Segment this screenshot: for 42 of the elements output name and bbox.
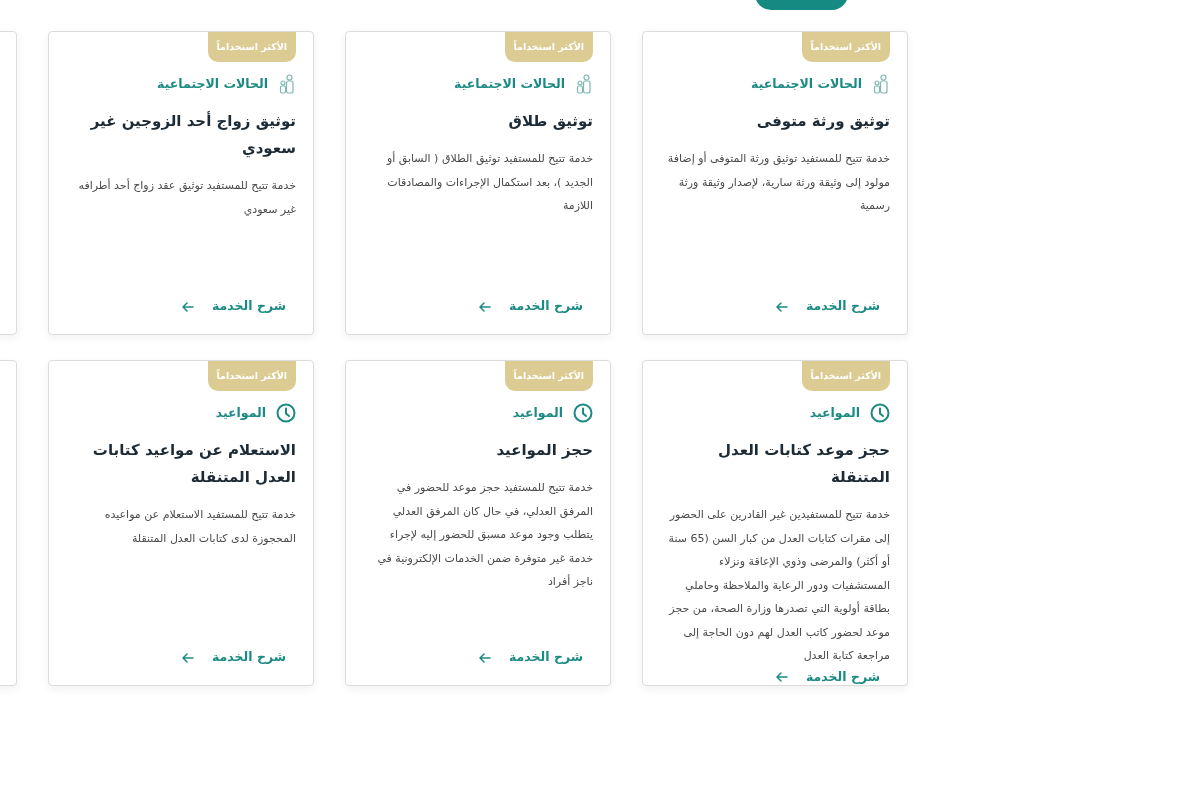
service-title: توثيق ورثة متوفى: [755, 111, 890, 132]
service-description: خدمة تتيح للمستفيد توثيق الطلاق ( السابق أو الجديد )، بعد استكمال الإجراءات والمصادقات اللازمة: [385, 150, 593, 214]
most-used-badge: الأكثر استخداماً: [207, 361, 296, 391]
category-label: المواعيد: [215, 403, 266, 422]
clock-icon: [870, 403, 890, 423]
most-used-badge: الأكثر استخداماً: [504, 361, 593, 391]
most-used-badge: الأكثر استخداماً: [801, 361, 890, 391]
service-description: خدمة تتيح للمستفيد توثيق ورثة المتوفى أو إضافة مولود إلى وثيقة ورثة سارية، لإصدار وثيقة ورثة رسمية: [666, 150, 890, 214]
service-title: توثيق طلاق: [507, 111, 593, 132]
arrow-left-icon: [479, 301, 492, 312]
category-label: المواعيد: [512, 403, 563, 422]
service-details-link[interactable]: شرح الخدمة: [776, 667, 880, 687]
most-used-badge: الأكثر استخداماً: [207, 32, 296, 62]
service-title: حجز موعد كتابات العدل المتنقلة: [717, 440, 890, 488]
clock-icon: [276, 403, 296, 423]
service-details-link[interactable]: شرح الخدمة: [479, 648, 583, 667]
arrow-left-icon: [182, 301, 195, 312]
arrow-left-icon: [776, 301, 789, 312]
arrow-left-icon: [182, 652, 195, 663]
people-icon: [278, 74, 296, 94]
service-title: الاستعلام عن مواعيد كتابات العدل المتنقلة: [91, 440, 296, 488]
most-used-badge: الأكثر استخداماً: [504, 32, 593, 62]
service-details-link[interactable]: شرح الخدمة: [479, 297, 583, 316]
service-title: حجز المواعيد: [495, 440, 593, 461]
people-icon: [872, 74, 890, 94]
service-details-link[interactable]: شرح الخدمة: [182, 297, 286, 316]
category-label: الحالات الاجتماعية: [454, 74, 565, 93]
arrow-left-icon: [776, 671, 789, 682]
arrow-left-icon: [479, 652, 492, 663]
service-details-link[interactable]: شرح الخدمة: [776, 297, 880, 316]
people-icon: [575, 74, 593, 94]
service-details-link[interactable]: شرح الخدمة: [182, 648, 286, 667]
clock-icon: [573, 403, 593, 423]
service-description: خدمة تتيح للمستفيدين غير القادرين على الحضور إلى مقرات كتابات العدل من كبار السن (65 سنة أو أكثر) والمرضى وذوي الإعاقة ونزلاء المستشفيات ودور الرعاية والملاحظة وحاملي بطاقة أولوية التي تصدرها وزارة الصحة، من حجز موعد لحضور كاتب العدل لهم دون الحاجة إلى مراجعة كتابة العدل: [667, 507, 890, 664]
service-title: توثيق زواج أحد الزوجين غير سعودي: [89, 110, 296, 160]
category-label: المواعيد: [809, 403, 860, 422]
service-description: خدمة تتيح للمستفيد توثيق عقد زواج أحد أطرافه غير سعودي: [77, 177, 296, 218]
service-description: خدمة تتيح للمستفيد الاستعلام عن مواعيده المحجوزة لدى كتابات العدل المتنقلة: [103, 507, 296, 547]
category-label: الحالات الاجتماعية: [751, 74, 862, 93]
service-description: خدمة تتيح للمستفيد حجز موعد للحضور في المرفق العدلي، في حال كان المرفق العدلي يتطلب وجود موعد مسبق للحضور إليه لإجراء خدمة غير متوفرة ضمن الخدمات الإلكترونية في ناجز أفراد: [376, 480, 593, 590]
most-used-badge: الأكثر استخداماً: [801, 32, 890, 62]
category-label: الحالات الاجتماعية: [157, 74, 268, 93]
